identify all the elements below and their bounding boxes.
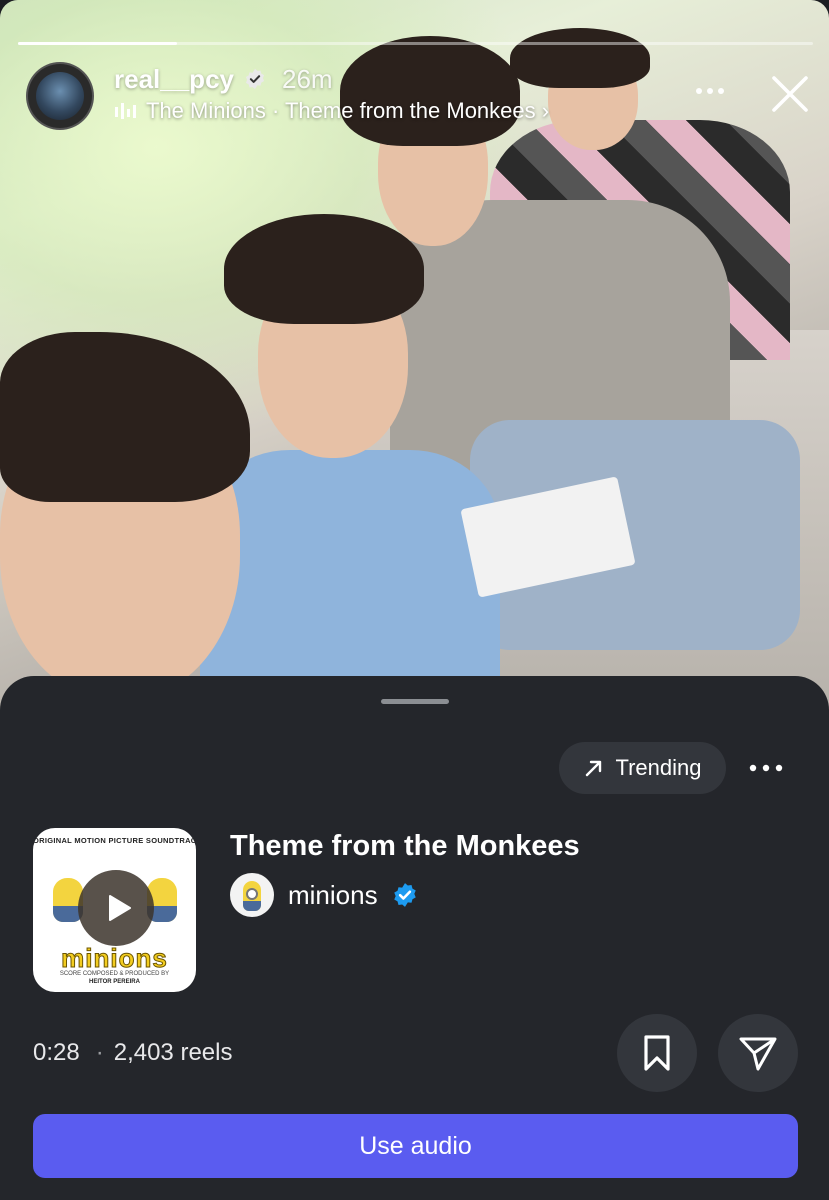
story-time: 26m [282,64,333,94]
bookmark-icon [644,1035,670,1071]
story-music-text: The Minions · Theme from the Monkees › [146,98,550,123]
album-cover[interactable]: ORIGINAL MOTION PICTURE SOUNDTRACK minio… [33,828,196,992]
cover-top-text: ORIGINAL MOTION PICTURE SOUNDTRACK [33,836,196,845]
artist-name[interactable]: minions [288,880,378,911]
close-icon[interactable] [768,72,812,116]
story-music-link[interactable]: The Minions · Theme from the Monkees › [114,98,549,124]
user-avatar[interactable] [26,62,94,130]
use-audio-button[interactable]: Use audio [33,1114,798,1178]
more-horizontal-icon[interactable] [692,76,728,106]
share-button[interactable] [718,1014,798,1092]
trending-button[interactable]: Trending [559,742,726,794]
trending-arrow-icon [586,760,602,777]
audio-sheet: Trending ORIGINAL MOTION PICTURE SOUNDTR… [0,676,829,1200]
artist-row[interactable]: minions [230,872,418,918]
story-progress-bar [18,42,813,45]
song-title: Theme from the Monkees [230,830,580,862]
story-photo[interactable]: real__pcy 26m The Minions · Theme from t… [0,0,829,720]
more-horizontal-icon[interactable] [744,754,788,782]
verified-badge-icon [393,883,416,907]
audio-stats: 0:28 · 2,403 reels [33,1039,233,1066]
play-icon [109,895,131,921]
sheet-grabber[interactable] [381,699,449,704]
story-username[interactable]: real__pcy [114,64,234,95]
trending-label: Trending [615,755,702,780]
music-bars-icon [115,103,136,119]
reels-count: 2,403 reels [113,1039,233,1066]
send-icon [739,1037,777,1071]
story-header: real__pcy 26m The Minions · Theme from t… [26,62,816,132]
cover-credit: SCORE COMPOSED & PRODUCED BY HEITOR PERE… [59,971,170,985]
verified-badge-icon [245,68,265,90]
story-progress-fill [18,42,177,45]
artist-avatar[interactable] [230,873,274,917]
save-button[interactable] [617,1014,697,1092]
audio-duration: 0:28 [33,1039,80,1066]
play-button[interactable] [78,870,154,946]
